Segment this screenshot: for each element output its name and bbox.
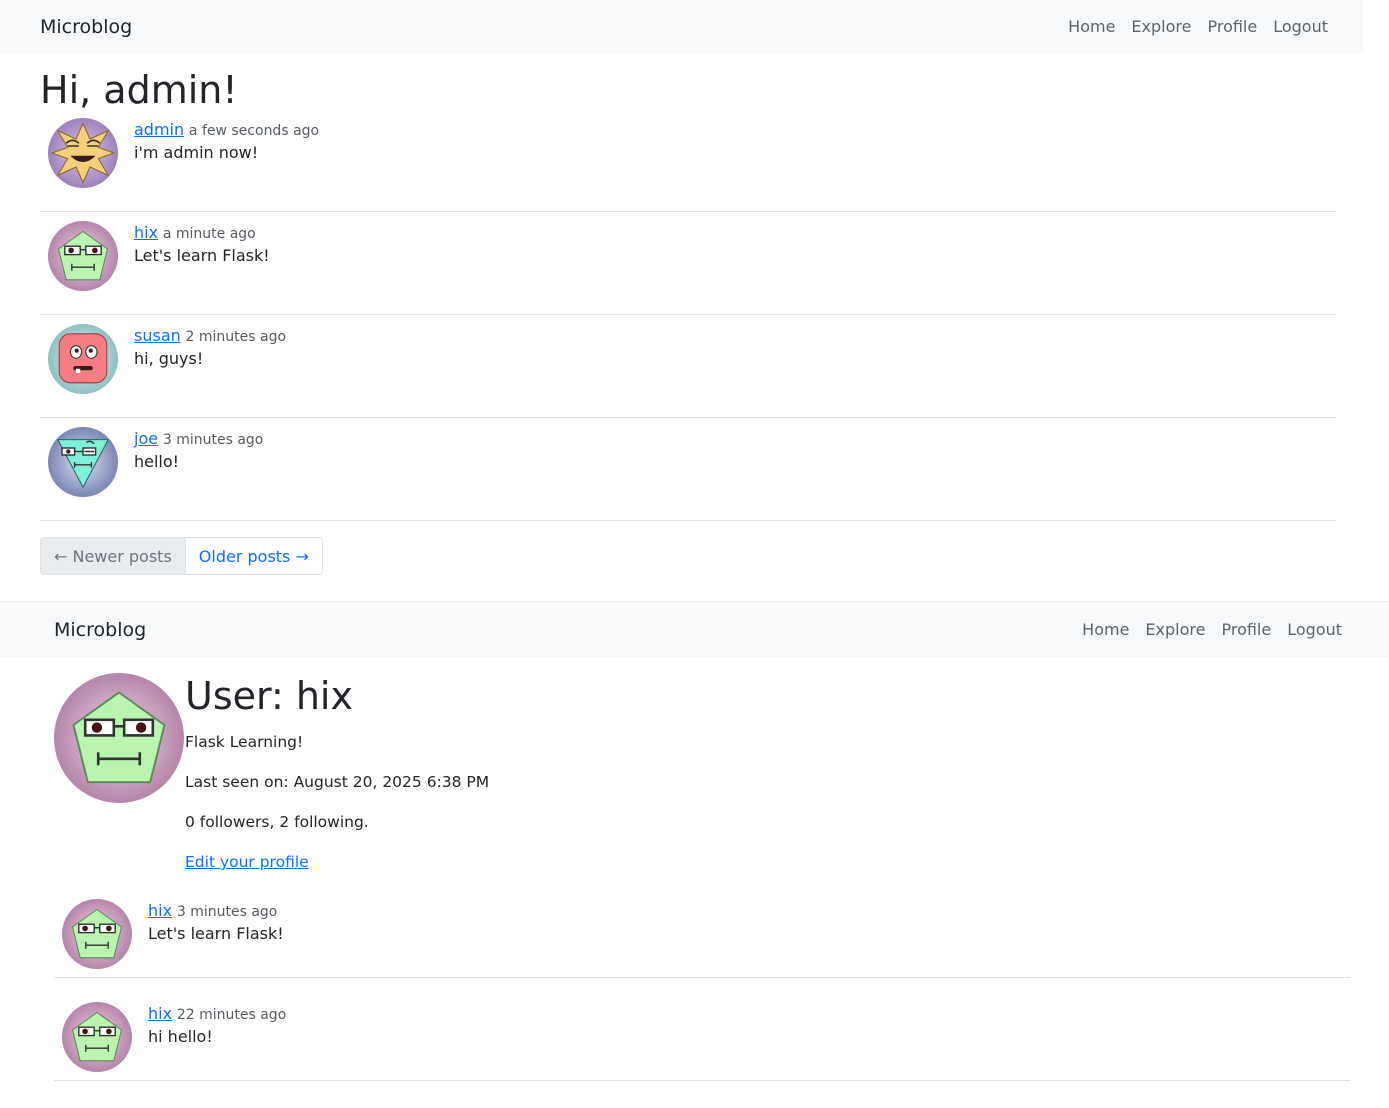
nav-explore-link[interactable]: Explore [1131, 17, 1191, 36]
nav-home-link[interactable]: Home [1082, 620, 1129, 639]
post-timestamp: 3 minutes ago [162, 432, 264, 448]
post-timestamp: a few seconds ago [188, 123, 320, 139]
profile-last-seen: Last seen on: August 20, 2025 6:38 PM [185, 773, 490, 791]
post-item: susan 2 minutes ago hi, guys! [40, 315, 1336, 418]
edit-profile-link[interactable]: Edit your profile [185, 853, 309, 871]
pentagon-face-avatar[interactable] [62, 899, 132, 969]
post-author-link[interactable]: admin [134, 120, 184, 139]
post-item: hix a minute ago Let's learn Flask! [40, 212, 1336, 315]
nav-profile-link[interactable]: Profile [1221, 620, 1271, 639]
pentagon-face-avatar[interactable] [48, 221, 118, 291]
nav-links: Home Explore Profile Logout [1068, 17, 1328, 36]
post-text: i'm admin now! [134, 143, 259, 162]
triangle-face-avatar[interactable] [48, 427, 118, 497]
post-text: Let's learn Flask! [134, 246, 270, 265]
nav-links: Home Explore Profile Logout [1082, 620, 1342, 639]
post-timestamp: 22 minutes ago [176, 1007, 287, 1023]
post-body: admin a few seconds ago i'm admin now! [134, 109, 319, 211]
post-body: hix 3 minutes ago Let's learn Flask! [148, 875, 284, 977]
post-text: hello! [134, 452, 180, 471]
post-author-link[interactable]: hix [148, 901, 172, 920]
post-body: hix 22 minutes ago hi hello! [148, 978, 286, 1080]
newer-posts-button: ← Newer posts [41, 538, 186, 574]
profile-about: Flask Learning! [185, 733, 304, 751]
nav-profile-link[interactable]: Profile [1207, 17, 1257, 36]
square-face-avatar[interactable] [48, 324, 118, 394]
post-timestamp: a minute ago [162, 226, 256, 242]
post-timestamp: 2 minutes ago [185, 329, 287, 345]
brand-link[interactable]: Microblog [40, 16, 132, 38]
profile-title: User: hix [185, 674, 353, 718]
post-timestamp: 3 minutes ago [176, 904, 278, 920]
post-text: hi, guys! [134, 349, 204, 368]
nav-logout-link[interactable]: Logout [1287, 620, 1342, 639]
post-body: hix a minute ago Let's learn Flask! [134, 212, 270, 314]
older-posts-button[interactable]: Older posts → [185, 538, 322, 574]
post-text: Let's learn Flask! [148, 924, 284, 943]
post-item: joe 3 minutes ago hello! [40, 418, 1336, 521]
profile-follow-stats: 0 followers, 2 following. [185, 813, 369, 831]
post-author-link[interactable]: hix [148, 1004, 172, 1023]
star-face-avatar[interactable] [48, 118, 118, 188]
post-item: hix 3 minutes ago Let's learn Flask! [54, 875, 1350, 978]
post-author-link[interactable]: hix [134, 223, 158, 242]
post-item: admin a few seconds ago i'm admin now! [40, 109, 1336, 212]
nav-explore-link[interactable]: Explore [1145, 620, 1205, 639]
page-title: Hi, admin! [40, 68, 238, 112]
post-text: hi hello! [148, 1027, 213, 1046]
top-navbar: Microblog Home Explore Profile Logout [0, 0, 1363, 53]
pentagon-face-avatar [54, 673, 184, 803]
nav-home-link[interactable]: Home [1068, 17, 1115, 36]
brand-link[interactable]: Microblog [54, 619, 146, 641]
post-author-link[interactable]: joe [134, 429, 158, 448]
pentagon-face-avatar[interactable] [62, 1002, 132, 1072]
post-author-link[interactable]: susan [134, 326, 181, 345]
post-body: susan 2 minutes ago hi, guys! [134, 315, 286, 417]
pagination: ← Newer posts Older posts → [40, 537, 323, 575]
profile-navbar: Microblog Home Explore Profile Logout [0, 601, 1389, 657]
post-item: hix 22 minutes ago hi hello! [54, 978, 1350, 1081]
nav-logout-link[interactable]: Logout [1273, 17, 1328, 36]
post-body: joe 3 minutes ago hello! [134, 418, 263, 520]
